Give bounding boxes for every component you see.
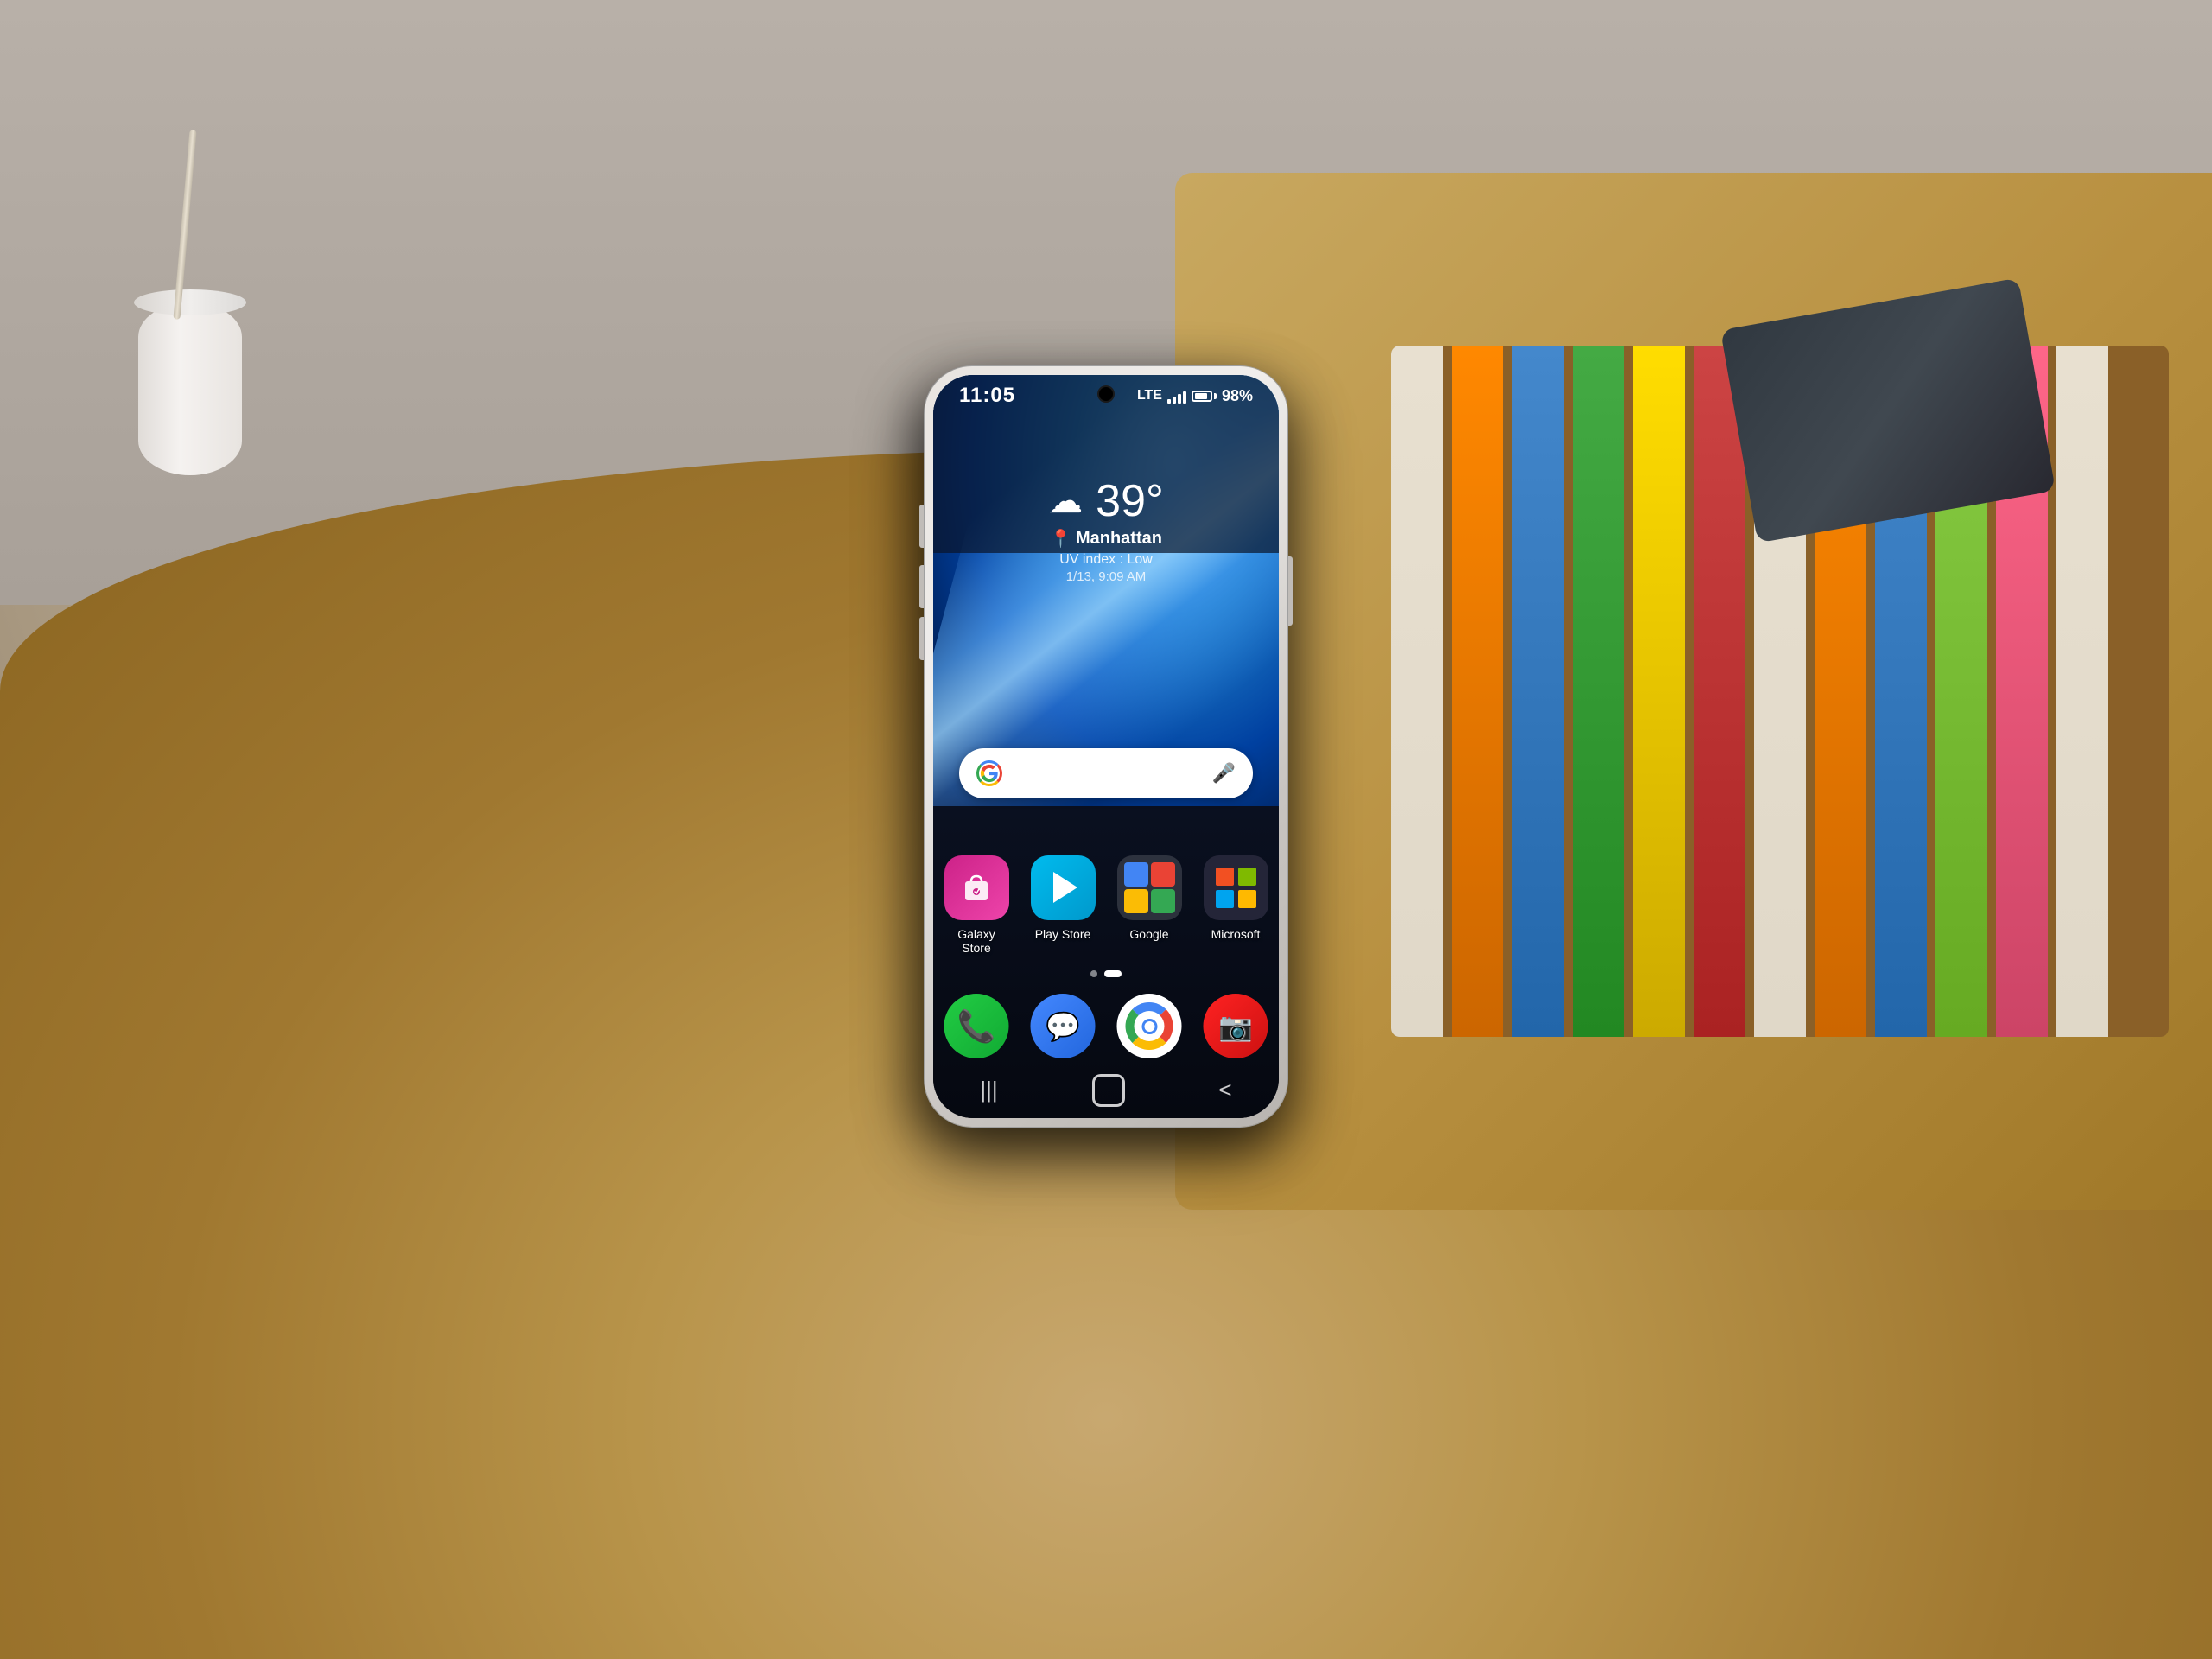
board-stripe-5 <box>1633 346 1685 1037</box>
weather-temp-value: 39° <box>1096 479 1164 524</box>
page-dot-1 <box>1090 970 1097 977</box>
google-folder-icon[interactable] <box>1117 855 1182 920</box>
page-dot-2 <box>1104 970 1122 977</box>
signal-bar-3 <box>1178 394 1181 404</box>
chrome-center <box>1141 1019 1157 1034</box>
signal-bar-2 <box>1173 397 1176 404</box>
google-sq-3 <box>1124 889 1148 913</box>
google-label: Google <box>1129 927 1168 941</box>
signal-bar-4 <box>1183 391 1186 404</box>
messages-app-icon[interactable]: 💬 <box>1031 994 1096 1058</box>
play-triangle <box>1053 872 1077 903</box>
back-button[interactable]: < <box>1218 1077 1231 1103</box>
phone-frame: 11:05 LTE <box>925 366 1287 1127</box>
dock-chrome-app[interactable] <box>1117 994 1182 1058</box>
camera-app-icon[interactable]: 📷 <box>1204 994 1268 1058</box>
microsoft-label: Microsoft <box>1211 927 1261 941</box>
phone-container: 11:05 LTE <box>925 366 1287 1127</box>
google-g-logo <box>976 760 1002 786</box>
cylinder-object <box>138 302 242 475</box>
backgammon-area <box>1175 173 2212 1210</box>
dock-phone-app[interactable]: 📞 <box>944 994 1009 1058</box>
board-stripe-4 <box>1573 346 1624 1037</box>
weather-uv: UV index : Low <box>1048 552 1164 568</box>
status-time: 11:05 <box>959 384 1015 408</box>
board-stripe-1 <box>1391 346 1443 1037</box>
microsoft-folder-icon[interactable] <box>1204 855 1268 920</box>
weather-widget: ☁ 39° 📍 Manhattan UV index : Low 1/13, 9… <box>1048 479 1164 584</box>
weather-temperature: 39° <box>1096 479 1164 524</box>
battery-tip <box>1214 393 1217 399</box>
board-stripe-6 <box>1694 346 1745 1037</box>
weather-location-name: Manhattan <box>1076 529 1162 549</box>
google-sq-2 <box>1151 862 1175 887</box>
chrome-wheel <box>1126 1002 1173 1050</box>
mic-icon[interactable]: 🎤 <box>1212 762 1236 785</box>
phone-app-icon[interactable]: 📞 <box>944 994 1009 1058</box>
galaxy-store-logo <box>958 869 995 906</box>
app-item-galaxy-store[interactable]: Galaxy Store <box>942 855 1011 955</box>
board-stripe-12 <box>2056 346 2108 1037</box>
google-search-bar[interactable]: 🎤 <box>959 748 1253 798</box>
home-button[interactable] <box>1092 1074 1125 1107</box>
signal-bars-icon <box>1167 388 1186 404</box>
battery-fill <box>1195 393 1207 399</box>
play-store-label: Play Store <box>1035 927 1091 941</box>
play-store-icon[interactable] <box>1031 855 1096 920</box>
battery-body <box>1192 391 1212 402</box>
galaxy-store-icon[interactable] <box>944 855 1009 920</box>
front-camera <box>1099 387 1113 401</box>
google-sq-1 <box>1124 862 1148 887</box>
dock-messages-app[interactable]: 💬 <box>1031 994 1096 1058</box>
signal-bar-1 <box>1167 399 1171 404</box>
ms-sq-3 <box>1216 890 1234 908</box>
google-sq-4 <box>1151 889 1175 913</box>
app-item-play-store[interactable]: Play Store <box>1028 855 1097 955</box>
weather-location: 📍 Manhattan <box>1048 528 1164 550</box>
location-pin-icon: 📍 <box>1050 528 1071 550</box>
weather-date: 1/13, 9:09 AM <box>1048 569 1164 584</box>
signal-label: LTE <box>1137 388 1162 404</box>
app-item-google[interactable]: Google <box>1115 855 1184 955</box>
page-indicator <box>1090 970 1122 977</box>
ms-sq-1 <box>1216 868 1234 886</box>
weather-condition-icon: ☁ <box>1048 481 1083 521</box>
navigation-bar: ||| < <box>933 1062 1279 1118</box>
ms-sq-4 <box>1238 890 1256 908</box>
dock-camera-app[interactable]: 📷 <box>1204 994 1268 1058</box>
galaxy-store-label: Galaxy Store <box>942 927 1011 955</box>
board-stripe-2 <box>1452 346 1503 1037</box>
battery-percent: 98% <box>1222 387 1253 405</box>
chrome-app-icon[interactable] <box>1117 994 1182 1058</box>
dock: 📞 💬 <box>944 994 1268 1058</box>
app-item-microsoft[interactable]: Microsoft <box>1201 855 1270 955</box>
phone-screen[interactable]: 11:05 LTE <box>933 375 1279 1118</box>
back-icon: < <box>1218 1077 1231 1103</box>
battery-icon <box>1192 391 1217 402</box>
app-grid: Galaxy Store Play Store <box>942 855 1270 955</box>
ms-sq-2 <box>1238 868 1256 886</box>
recents-icon: ||| <box>980 1077 997 1103</box>
weather-icon-area: ☁ 39° <box>1048 479 1164 524</box>
board-stripe-3 <box>1512 346 1564 1037</box>
status-icons: LTE 98% <box>1137 387 1253 405</box>
recents-button[interactable]: ||| <box>980 1077 997 1103</box>
google-logo-svg <box>980 764 999 783</box>
scene: 11:05 LTE <box>0 0 2212 1659</box>
